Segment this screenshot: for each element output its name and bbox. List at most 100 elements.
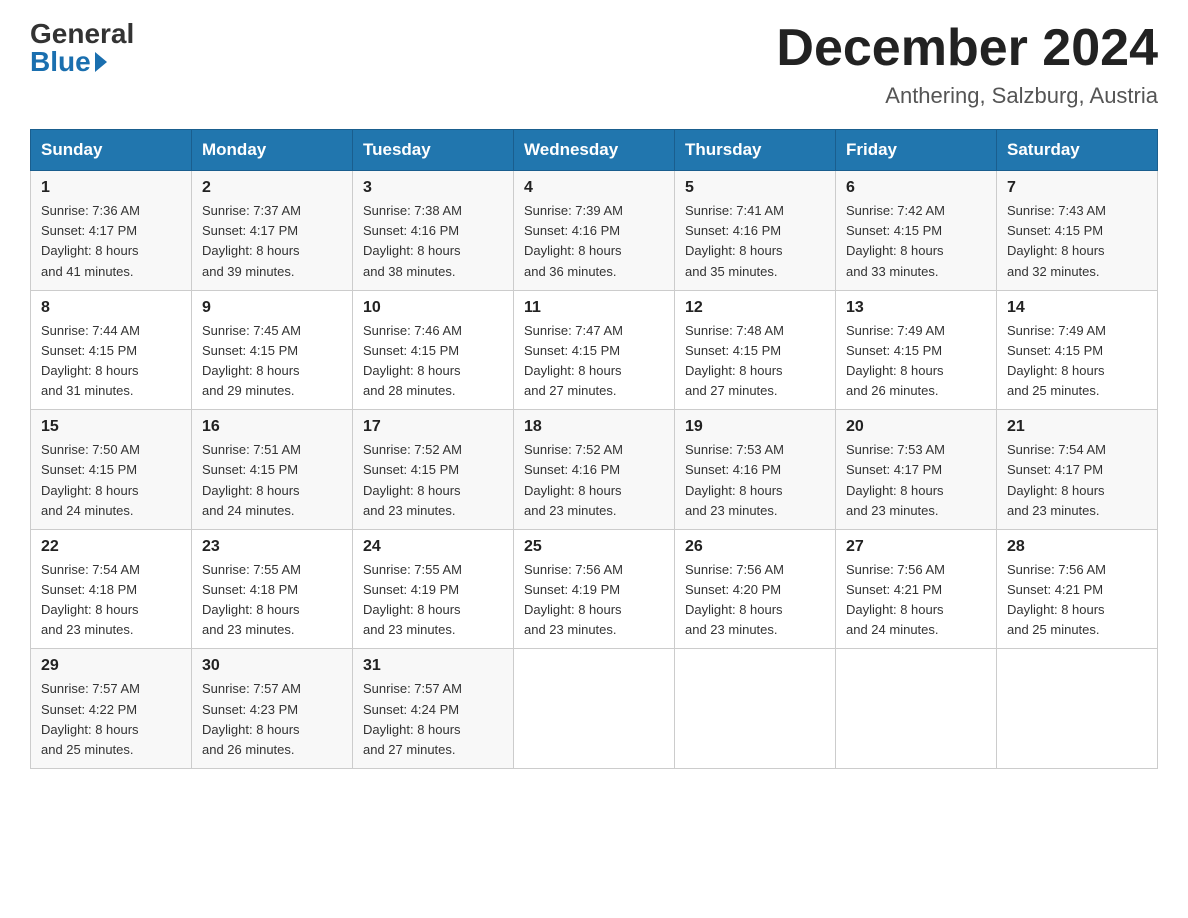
calendar-cell: 22 Sunrise: 7:54 AMSunset: 4:18 PMDayligh… [31, 529, 192, 649]
calendar-cell: 16Sunrise: 7:51 AMSunset: 4:15 PMDayligh… [192, 410, 353, 530]
day-number: 28 [1007, 538, 1147, 556]
calendar-cell: 24 Sunrise: 7:55 AMSunset: 4:19 PMDayligh… [353, 529, 514, 649]
day-number: 20 [846, 418, 986, 436]
day-number: 6 [846, 179, 986, 197]
calendar-cell: 25 Sunrise: 7:56 AMSunset: 4:19 PMDayligh… [514, 529, 675, 649]
day-info: Sunrise: 7:57 AMSunset: 4:22 PMDaylight:… [41, 679, 181, 760]
calendar-cell: 23Sunrise: 7:55 AMSunset: 4:18 PMDayligh… [192, 529, 353, 649]
day-number: 17 [363, 418, 503, 436]
calendar-week-row: 1 Sunrise: 7:36 AMSunset: 4:17 PMDaylight… [31, 171, 1158, 291]
calendar-cell: 19Sunrise: 7:53 AMSunset: 4:16 PMDayligh… [675, 410, 836, 530]
day-number: 12 [685, 299, 825, 317]
day-number: 18 [524, 418, 664, 436]
day-info: Sunrise: 7:55 AMSunset: 4:19 PMDaylight:… [363, 560, 503, 641]
calendar-cell: 20 Sunrise: 7:53 AMSunset: 4:17 PMDayligh… [836, 410, 997, 530]
day-number: 30 [202, 657, 342, 675]
calendar-week-row: 22 Sunrise: 7:54 AMSunset: 4:18 PMDayligh… [31, 529, 1158, 649]
logo-triangle-icon [95, 52, 107, 72]
main-title: December 2024 [776, 20, 1158, 77]
day-number: 11 [524, 299, 664, 317]
calendar-cell: 17 Sunrise: 7:52 AMSunset: 4:15 PMDayligh… [353, 410, 514, 530]
calendar-header-friday: Friday [836, 130, 997, 171]
day-info: Sunrise: 7:48 AMSunset: 4:15 PMDaylight:… [685, 321, 825, 402]
day-number: 26 [685, 538, 825, 556]
day-info: Sunrise: 7:36 AMSunset: 4:17 PMDaylight:… [41, 201, 181, 282]
calendar-cell: 26 Sunrise: 7:56 AMSunset: 4:20 PMDayligh… [675, 529, 836, 649]
day-number: 8 [41, 299, 181, 317]
calendar-cell: 1 Sunrise: 7:36 AMSunset: 4:17 PMDaylight… [31, 171, 192, 291]
day-info: Sunrise: 7:55 AMSunset: 4:18 PMDaylight:… [202, 560, 342, 641]
day-number: 1 [41, 179, 181, 197]
day-info: Sunrise: 7:49 AMSunset: 4:15 PMDaylight:… [1007, 321, 1147, 402]
subtitle: Anthering, Salzburg, Austria [776, 83, 1158, 109]
day-info: Sunrise: 7:54 AMSunset: 4:18 PMDaylight:… [41, 560, 181, 641]
calendar-cell: 11 Sunrise: 7:47 AMSunset: 4:15 PMDayligh… [514, 290, 675, 410]
day-info: Sunrise: 7:52 AMSunset: 4:16 PMDaylight:… [524, 440, 664, 521]
calendar-header-sunday: Sunday [31, 130, 192, 171]
calendar-cell [675, 649, 836, 769]
day-number: 22 [41, 538, 181, 556]
calendar-cell: 6 Sunrise: 7:42 AMSunset: 4:15 PMDaylight… [836, 171, 997, 291]
calendar-cell: 5 Sunrise: 7:41 AMSunset: 4:16 PMDaylight… [675, 171, 836, 291]
day-info: Sunrise: 7:47 AMSunset: 4:15 PMDaylight:… [524, 321, 664, 402]
day-number: 7 [1007, 179, 1147, 197]
day-number: 31 [363, 657, 503, 675]
day-number: 21 [1007, 418, 1147, 436]
calendar-cell: 10Sunrise: 7:46 AMSunset: 4:15 PMDayligh… [353, 290, 514, 410]
day-info: Sunrise: 7:46 AMSunset: 4:15 PMDaylight:… [363, 321, 503, 402]
day-info: Sunrise: 7:52 AMSunset: 4:15 PMDaylight:… [363, 440, 503, 521]
day-info: Sunrise: 7:41 AMSunset: 4:16 PMDaylight:… [685, 201, 825, 282]
calendar-cell: 29 Sunrise: 7:57 AMSunset: 4:22 PMDayligh… [31, 649, 192, 769]
day-number: 15 [41, 418, 181, 436]
calendar-cell [997, 649, 1158, 769]
day-number: 13 [846, 299, 986, 317]
calendar-week-row: 8 Sunrise: 7:44 AMSunset: 4:15 PMDaylight… [31, 290, 1158, 410]
page-header: General Blue December 2024 Anthering, Sa… [30, 20, 1158, 109]
day-number: 25 [524, 538, 664, 556]
calendar-cell: 4 Sunrise: 7:39 AMSunset: 4:16 PMDaylight… [514, 171, 675, 291]
calendar-cell: 18 Sunrise: 7:52 AMSunset: 4:16 PMDayligh… [514, 410, 675, 530]
day-number: 2 [202, 179, 342, 197]
calendar-cell: 28 Sunrise: 7:56 AMSunset: 4:21 PMDayligh… [997, 529, 1158, 649]
day-info: Sunrise: 7:53 AMSunset: 4:17 PMDaylight:… [846, 440, 986, 521]
day-info: Sunrise: 7:56 AMSunset: 4:20 PMDaylight:… [685, 560, 825, 641]
day-info: Sunrise: 7:51 AMSunset: 4:15 PMDaylight:… [202, 440, 342, 521]
day-info: Sunrise: 7:56 AMSunset: 4:19 PMDaylight:… [524, 560, 664, 641]
day-number: 4 [524, 179, 664, 197]
calendar-cell: 13Sunrise: 7:49 AMSunset: 4:15 PMDayligh… [836, 290, 997, 410]
day-info: Sunrise: 7:54 AMSunset: 4:17 PMDaylight:… [1007, 440, 1147, 521]
day-number: 5 [685, 179, 825, 197]
day-number: 19 [685, 418, 825, 436]
day-info: Sunrise: 7:39 AMSunset: 4:16 PMDaylight:… [524, 201, 664, 282]
day-info: Sunrise: 7:42 AMSunset: 4:15 PMDaylight:… [846, 201, 986, 282]
calendar-header-row: SundayMondayTuesdayWednesdayThursdayFrid… [31, 130, 1158, 171]
calendar-cell: 8 Sunrise: 7:44 AMSunset: 4:15 PMDaylight… [31, 290, 192, 410]
calendar-cell: 2Sunrise: 7:37 AMSunset: 4:17 PMDaylight… [192, 171, 353, 291]
calendar-header-saturday: Saturday [997, 130, 1158, 171]
calendar-body: 1 Sunrise: 7:36 AMSunset: 4:17 PMDaylight… [31, 171, 1158, 769]
day-number: 24 [363, 538, 503, 556]
calendar-header-wednesday: Wednesday [514, 130, 675, 171]
calendar-cell: 27Sunrise: 7:56 AMSunset: 4:21 PMDayligh… [836, 529, 997, 649]
logo: General Blue [30, 20, 134, 76]
day-info: Sunrise: 7:56 AMSunset: 4:21 PMDaylight:… [846, 560, 986, 641]
day-number: 9 [202, 299, 342, 317]
calendar-header-monday: Monday [192, 130, 353, 171]
title-block: December 2024 Anthering, Salzburg, Austr… [776, 20, 1158, 109]
day-number: 3 [363, 179, 503, 197]
calendar-cell [836, 649, 997, 769]
calendar-week-row: 29 Sunrise: 7:57 AMSunset: 4:22 PMDayligh… [31, 649, 1158, 769]
day-info: Sunrise: 7:57 AMSunset: 4:24 PMDaylight:… [363, 679, 503, 760]
day-number: 14 [1007, 299, 1147, 317]
calendar-cell: 3 Sunrise: 7:38 AMSunset: 4:16 PMDaylight… [353, 171, 514, 291]
calendar-cell [514, 649, 675, 769]
calendar-cell: 9Sunrise: 7:45 AMSunset: 4:15 PMDaylight… [192, 290, 353, 410]
day-info: Sunrise: 7:38 AMSunset: 4:16 PMDaylight:… [363, 201, 503, 282]
calendar-header-thursday: Thursday [675, 130, 836, 171]
day-info: Sunrise: 7:56 AMSunset: 4:21 PMDaylight:… [1007, 560, 1147, 641]
day-number: 29 [41, 657, 181, 675]
calendar-cell: 12 Sunrise: 7:48 AMSunset: 4:15 PMDayligh… [675, 290, 836, 410]
calendar-week-row: 15Sunrise: 7:50 AMSunset: 4:15 PMDayligh… [31, 410, 1158, 530]
day-info: Sunrise: 7:44 AMSunset: 4:15 PMDaylight:… [41, 321, 181, 402]
calendar-cell: 30Sunrise: 7:57 AMSunset: 4:23 PMDayligh… [192, 649, 353, 769]
